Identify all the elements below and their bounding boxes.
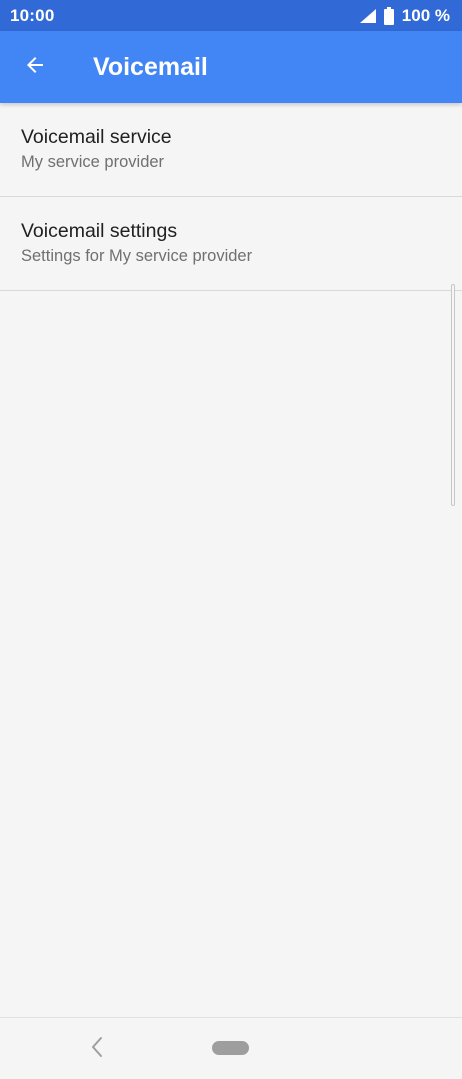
status-time: 10:00	[10, 5, 55, 25]
scrollbar[interactable]	[451, 284, 455, 506]
back-button[interactable]	[10, 43, 60, 91]
status-icons: 100 %	[359, 5, 450, 26]
list-item-title: Voicemail service	[21, 126, 172, 148]
navigation-bar	[0, 1017, 462, 1079]
list-item-voicemail-settings[interactable]: Voicemail settings Settings for My servi…	[0, 197, 462, 291]
settings-list: Voicemail service My service provider Vo…	[0, 103, 462, 291]
list-item-voicemail-service[interactable]: Voicemail service My service provider	[0, 103, 462, 197]
arrow-back-icon	[23, 53, 47, 82]
list-item-subtitle: My service provider	[21, 153, 165, 171]
status-bar: 10:00 100 %	[0, 0, 462, 31]
nav-back-icon	[90, 1036, 104, 1063]
page-title: Voicemail	[93, 53, 208, 81]
list-item-title: Voicemail settings	[21, 220, 178, 242]
home-pill[interactable]	[212, 1041, 249, 1055]
battery-icon	[383, 6, 394, 25]
nav-back-button[interactable]	[82, 1034, 112, 1064]
app-bar: Voicemail	[0, 31, 462, 103]
list-item-subtitle: Settings for My service provider	[21, 247, 253, 265]
signal-icon	[359, 8, 376, 23]
battery-percentage: 100 %	[401, 5, 450, 25]
